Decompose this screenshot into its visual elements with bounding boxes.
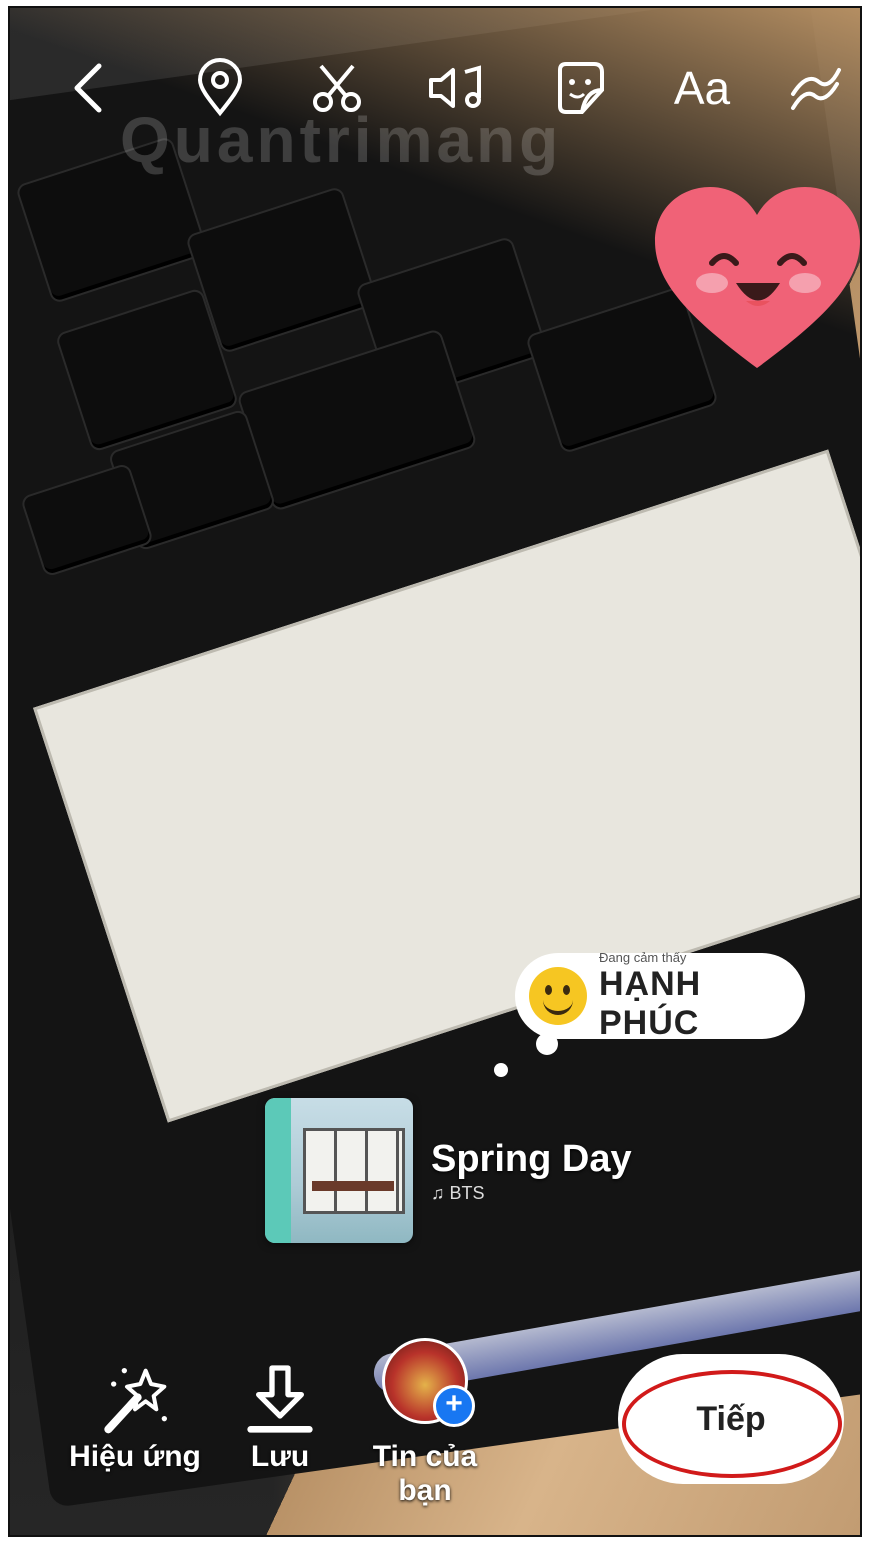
effects-label: Hiệu ứng [69, 1440, 201, 1473]
scissors-icon [313, 64, 361, 112]
smiley-icon [529, 967, 587, 1025]
thought-bubble-dot [494, 1063, 508, 1077]
sticker-button[interactable] [545, 48, 615, 128]
effects-button[interactable]: Hiệu ứng [50, 1360, 220, 1474]
plus-icon: + [433, 1385, 475, 1427]
top-toolbar: Aa [10, 48, 860, 138]
song-artist: BTS [449, 1182, 485, 1203]
feeling-label: HẠNH PHÚC [599, 964, 702, 1042]
magic-wand-icon [104, 1368, 167, 1434]
music-note-icon: ♫ [431, 1182, 450, 1203]
draw-button[interactable] [780, 48, 850, 128]
song-artist-row: ♫ BTS [431, 1183, 632, 1204]
location-icon [197, 58, 243, 117]
feeling-sticker[interactable]: Đang cảm thấy HẠNH PHÚC [515, 949, 805, 1042]
next-button[interactable]: Tiếp [618, 1354, 844, 1484]
back-button[interactable] [54, 48, 124, 128]
trim-button[interactable] [302, 48, 372, 128]
music-note-icon [429, 65, 481, 108]
save-button[interactable]: Lưu [230, 1360, 330, 1474]
album-cover [265, 1098, 413, 1243]
story-editor: Quantrimang Aa Đang cảm thấy HẠNH PHÚC S… [8, 6, 862, 1537]
draw-icon [791, 68, 841, 110]
save-label: Lưu [250, 1440, 310, 1473]
feeling-caption: Đang cảm thấy [599, 949, 687, 965]
text-icon: Aa [673, 62, 731, 114]
avatar: + [382, 1338, 475, 1427]
your-story-button[interactable]: + Tin của bạn [355, 1338, 495, 1508]
location-button[interactable] [185, 48, 255, 128]
back-icon [74, 63, 102, 113]
thought-bubble-tail [536, 1033, 558, 1055]
sticker-icon [558, 62, 604, 114]
text-button[interactable]: Aa [662, 48, 742, 128]
heart-emoji-sticker[interactable] [650, 183, 862, 373]
music-button[interactable] [420, 48, 490, 128]
song-title: Spring Day [431, 1137, 632, 1180]
music-sticker[interactable]: Spring Day ♫ BTS [265, 1098, 632, 1243]
your-story-label: Tin của bạn [372, 1440, 478, 1507]
download-icon [247, 1365, 313, 1433]
